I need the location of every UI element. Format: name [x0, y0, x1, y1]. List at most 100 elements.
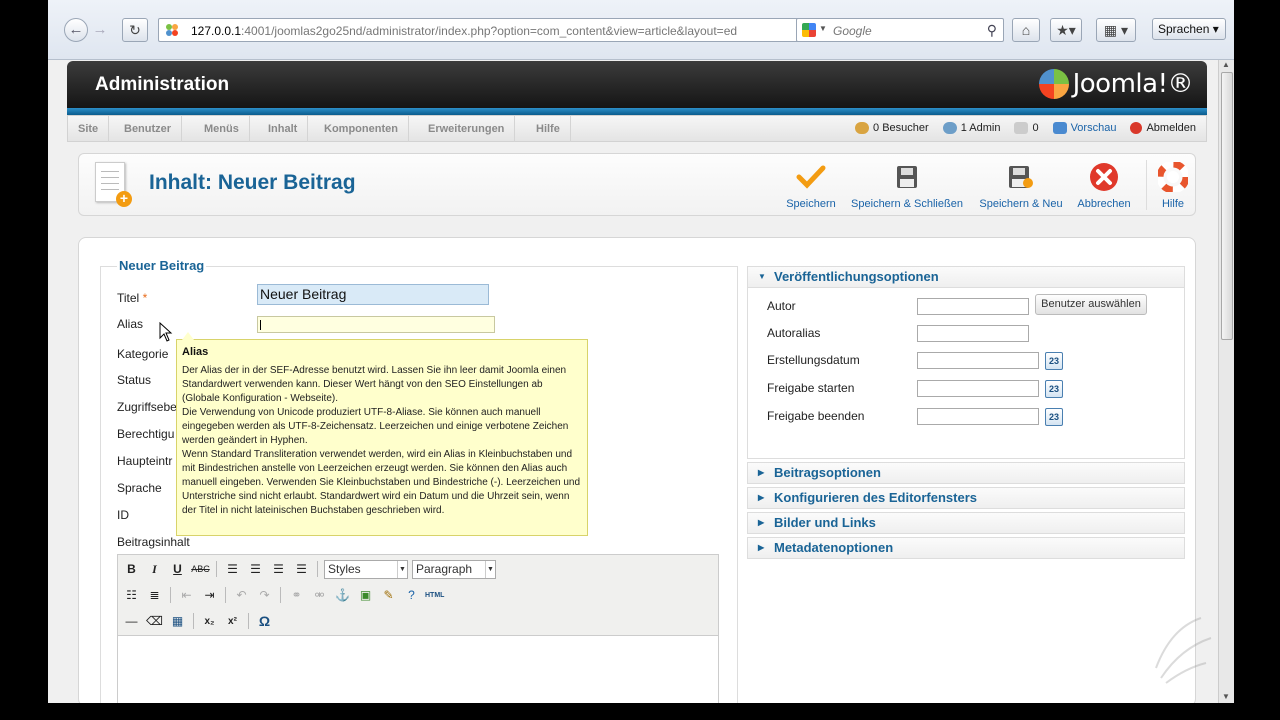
save-new-button[interactable]: Speichern & Neu	[973, 162, 1069, 210]
header-accent-bar	[67, 108, 1207, 115]
editor-config-header[interactable]: Konfigurieren des Editorfensters	[747, 487, 1185, 509]
tooltip-title: Alias	[182, 346, 209, 358]
article-options-header[interactable]: Beitragsoptionen	[747, 462, 1185, 484]
created-date-input[interactable]	[917, 352, 1039, 369]
preview-link[interactable]: Vorschau	[1052, 122, 1116, 134]
menu-site[interactable]: Site	[68, 116, 110, 142]
preview-icon	[1052, 122, 1067, 134]
metadata-options-header[interactable]: Metadatenoptionen	[747, 537, 1185, 559]
undo-icon[interactable]: ↶	[232, 586, 251, 605]
save-button[interactable]: Speichern	[779, 162, 843, 210]
calendar-icon[interactable]: 23	[1045, 352, 1063, 370]
scroll-down-icon[interactable]: ▼	[1222, 692, 1230, 701]
reload-button[interactable]: ↻	[122, 18, 148, 42]
link-icon[interactable]: ⚭	[287, 586, 306, 605]
superscript-icon[interactable]: x²	[223, 612, 242, 631]
publish-down-input[interactable]	[917, 408, 1039, 425]
outdent-icon[interactable]: ⇤	[177, 586, 196, 605]
menu-menues[interactable]: Menüs	[194, 116, 250, 142]
menu-inhalt[interactable]: Inhalt	[258, 116, 309, 142]
editor-toolbar-row-2: ☷ ≣ ⇤ ⇥ ↶ ↷ ⚭ ⚮ ⚓ ▣ ✎ ? HTML	[122, 584, 444, 606]
special-chars-icon[interactable]: Ω	[255, 612, 274, 631]
logout-icon	[1130, 122, 1143, 134]
forward-button[interactable]: →	[88, 18, 112, 42]
publishing-options-header[interactable]: Veröffentlichungsoptionen	[747, 266, 1185, 288]
search-icon[interactable]: ⚲	[987, 22, 997, 39]
category-label: Kategorie	[117, 347, 169, 361]
language-label: Sprache	[117, 481, 162, 495]
google-icon[interactable]	[802, 23, 816, 37]
alias-input[interactable]	[257, 316, 495, 333]
featured-label: Haupteintr	[117, 454, 173, 468]
calendar-icon[interactable]: 23	[1045, 380, 1063, 398]
images-links-header[interactable]: Bilder und Links	[747, 512, 1185, 534]
html-icon[interactable]: HTML	[425, 586, 444, 605]
admins-status: 1 Admin	[942, 122, 1000, 134]
floppy-disk-icon	[897, 166, 917, 188]
vertical-scrollbar[interactable]: ▲ ▼	[1218, 60, 1234, 703]
rich-text-editor: B I U ABC ☰ ☰ ☰ ☰ Styles ▼ Paragraph ▼ ☷ ≣	[117, 554, 719, 703]
calendar-icon[interactable]: 23	[1045, 408, 1063, 426]
menu-hilfe[interactable]: Hilfe	[526, 116, 571, 142]
subscript-icon[interactable]: x₂	[200, 612, 219, 631]
search-engine-dropdown-icon[interactable]: ▼	[819, 24, 827, 33]
author-input[interactable]	[917, 298, 1029, 315]
anchor-icon[interactable]: ⚓	[333, 586, 352, 605]
save-close-button[interactable]: Speichern & Schließen	[847, 162, 967, 210]
admin-page: Administration Joomla!® Site Benutzer Me…	[48, 60, 1218, 703]
cleanup-icon[interactable]: ✎	[379, 586, 398, 605]
help-icon[interactable]: ?	[402, 586, 421, 605]
align-justify-icon[interactable]: ☰	[292, 560, 311, 579]
author-alias-input[interactable]	[917, 325, 1029, 342]
italic-button[interactable]: I	[145, 560, 164, 579]
cancel-button[interactable]: Abbrechen	[1073, 162, 1135, 210]
styles-select[interactable]: Styles ▼	[324, 559, 408, 579]
editor-toolbar-row-3: — ⌫ ▦ x₂ x² Ω	[122, 610, 274, 632]
scroll-thumb[interactable]	[1221, 72, 1233, 340]
align-right-icon[interactable]: ☰	[269, 560, 288, 579]
logout-link[interactable]: Abmelden	[1130, 122, 1196, 134]
unlink-icon[interactable]: ⚮	[310, 586, 329, 605]
title-input[interactable]: Neuer Beitrag	[257, 284, 489, 305]
numbered-list-icon[interactable]: ≣	[145, 586, 164, 605]
author-label: Autor	[767, 299, 796, 313]
remove-format-icon[interactable]: ⌫	[145, 612, 164, 631]
address-bar[interactable]: 127.0.0.1:4001/joomlas2go25nd/administra…	[158, 18, 836, 42]
messages-status[interactable]: 0	[1014, 122, 1039, 134]
align-center-icon[interactable]: ☰	[246, 560, 265, 579]
scroll-up-icon[interactable]: ▲	[1222, 60, 1230, 69]
table-icon[interactable]: ▦	[168, 612, 187, 631]
status-label: Status	[117, 373, 152, 387]
addons-button[interactable]: ▦ ▾	[1096, 18, 1136, 42]
fieldset-legend: Neuer Beitrag	[117, 258, 207, 273]
title-label: Titel *	[117, 291, 148, 305]
indent-icon[interactable]: ⇥	[200, 586, 219, 605]
align-left-icon[interactable]: ☰	[223, 560, 242, 579]
strikethrough-button[interactable]: ABC	[191, 560, 210, 579]
url-text: 127.0.0.1:4001/joomlas2go25nd/administra…	[191, 24, 738, 38]
back-button[interactable]: ←	[64, 18, 88, 42]
search-bar[interactable]: ▼ Google ⚲	[796, 18, 1004, 42]
joomla-logo: Joomla!®	[1038, 67, 1194, 101]
article-add-icon: +	[95, 162, 132, 207]
format-select[interactable]: Paragraph ▼	[412, 559, 496, 579]
menu-komponenten[interactable]: Komponenten	[314, 116, 409, 142]
joomla-favicon-icon	[166, 24, 178, 36]
menu-benutzer[interactable]: Benutzer	[114, 116, 183, 142]
bold-button[interactable]: B	[122, 560, 141, 579]
home-button[interactable]: ⌂	[1012, 18, 1040, 42]
publish-up-input[interactable]	[917, 380, 1039, 397]
underline-button[interactable]: U	[168, 560, 187, 579]
image-icon[interactable]: ▣	[356, 586, 375, 605]
horizontal-rule-icon[interactable]: —	[122, 612, 141, 631]
select-user-button[interactable]: Benutzer auswählen	[1035, 294, 1147, 315]
redo-icon[interactable]: ↷	[255, 586, 274, 605]
sprachen-button[interactable]: Sprachen ▾	[1152, 18, 1226, 40]
help-button[interactable]: Hilfe	[1153, 162, 1193, 210]
bullet-list-icon[interactable]: ☷	[122, 586, 141, 605]
bookmarks-button[interactable]: ★▾	[1050, 18, 1082, 42]
editor-content-area[interactable]	[118, 635, 718, 703]
menu-erweiterungen[interactable]: Erweiterungen	[418, 116, 516, 142]
title-toolbar-box: + Inhalt: Neuer Beitrag Speichern Speich…	[78, 153, 1196, 216]
publish-up-label: Freigabe starten	[767, 381, 855, 395]
